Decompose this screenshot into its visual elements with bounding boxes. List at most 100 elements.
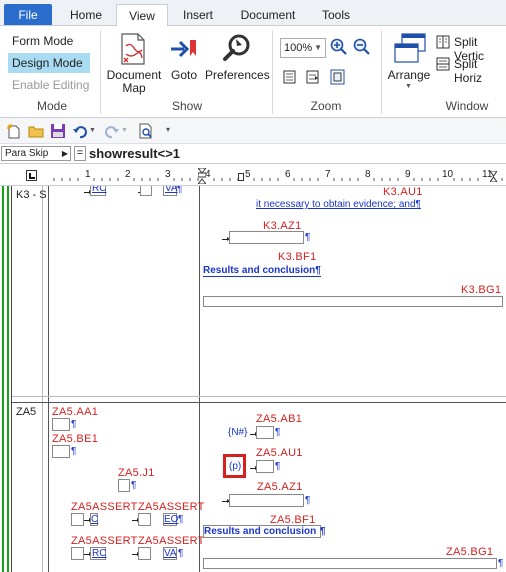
open-folder-icon[interactable] <box>28 123 44 139</box>
zoom-out-icon[interactable] <box>353 38 371 56</box>
text-field[interactable] <box>203 558 497 569</box>
one-page-icon[interactable] <box>283 70 297 84</box>
column-marker-icon[interactable] <box>238 173 244 181</box>
arrange-button[interactable]: Arrange <box>385 69 433 82</box>
undo-icon[interactable] <box>72 123 88 139</box>
row-label: K3 - S <box>16 189 47 201</box>
field-text[interactable]: Results and conclusion¶ <box>203 265 321 277</box>
new-document-icon[interactable] <box>6 123 22 139</box>
zoom-select[interactable]: 100% ▼ <box>280 38 326 58</box>
preferences-button[interactable]: Preferences <box>205 69 270 82</box>
text-field[interactable]: Results and conclusion <box>203 525 321 538</box>
field-value: C <box>91 514 99 525</box>
tab-view[interactable]: View <box>116 4 168 27</box>
right-indent-icon[interactable] <box>489 170 498 183</box>
tab-insert[interactable]: Insert <box>172 4 224 26</box>
customize-toolbar-icon[interactable]: ▾ <box>166 125 170 134</box>
document-map-button[interactable]: Document Map <box>104 69 164 95</box>
checkbox[interactable] <box>138 547 151 560</box>
enable-editing-button: Enable Editing <box>12 78 90 92</box>
ruler-tick: 7 <box>325 169 331 180</box>
document-map-icon[interactable] <box>118 32 148 66</box>
save-icon[interactable] <box>50 123 66 139</box>
split-horizontal-icon[interactable] <box>436 57 450 71</box>
field-box[interactable]: VA <box>163 547 177 560</box>
mode-group-label: Mode <box>36 99 68 113</box>
field-code: ZA5ASSERT <box>71 501 138 513</box>
document-map-label-2: Map <box>122 81 146 95</box>
pilcrow: ¶ <box>131 480 137 491</box>
field-text[interactable]: it necessary to obtain evidence; and¶ <box>256 199 421 210</box>
margin-line <box>11 186 12 572</box>
text-field[interactable] <box>256 460 274 473</box>
field-prefix: (p) <box>229 461 242 472</box>
formula-bar: Para Skip ▶ = showresult<>1 <box>0 144 506 164</box>
field-box[interactable]: VA <box>163 186 178 196</box>
pilcrow: ¶ <box>71 419 77 430</box>
ribbon-view: Form Mode Design Mode Enable Editing Mod… <box>0 26 506 118</box>
text-field[interactable] <box>256 426 274 439</box>
ruler-tick: 2 <box>125 169 131 180</box>
checkbox[interactable] <box>138 513 151 526</box>
tab-home[interactable]: Home <box>60 4 112 26</box>
field-box[interactable]: EO <box>163 513 179 526</box>
chevron-down-icon[interactable]: ▼ <box>89 127 96 134</box>
margin-bar <box>7 186 9 572</box>
ruler-tick: 10 <box>442 169 454 180</box>
field-value: VA <box>165 186 178 194</box>
text-field[interactable] <box>229 231 304 244</box>
tab-tools[interactable]: Tools <box>310 4 362 26</box>
field-code: ZA5.BG1 <box>446 546 494 558</box>
field-box[interactable]: RC <box>90 186 106 196</box>
field-code: ZA5.AB1 <box>256 413 303 425</box>
field-code: ZA5.J1 <box>118 467 155 479</box>
ruler-tick: 6 <box>285 169 291 180</box>
group-divider <box>100 30 101 114</box>
arrange-icon[interactable] <box>393 32 427 66</box>
tab-document[interactable]: Document <box>232 4 304 26</box>
ribbon-tab-bar: File Home View Insert Document Tools <box>0 0 506 27</box>
field-box[interactable]: RC <box>90 547 106 560</box>
horizontal-ruler: 1 2 3 4 5 6 7 8 9 10 11 <box>0 166 506 186</box>
text-field[interactable] <box>52 418 70 431</box>
field-box[interactable]: C <box>90 513 98 526</box>
ruler-tick: 3 <box>165 169 171 180</box>
pilcrow: ¶ <box>275 427 281 438</box>
table-border <box>42 186 43 572</box>
checkbox[interactable] <box>140 186 152 196</box>
document-canvas[interactable]: K3 - S RC VA ¶ K3.AU1 it necessary to ob… <box>0 186 506 572</box>
redo-icon <box>104 123 120 139</box>
preferences-icon[interactable] <box>222 33 252 63</box>
print-preview-icon[interactable] <box>138 123 154 139</box>
zoom-in-icon[interactable] <box>330 38 348 56</box>
checkbox[interactable] <box>71 513 84 526</box>
field-value: RC <box>92 548 107 559</box>
text-field[interactable] <box>203 296 503 307</box>
ruler-tick: 9 <box>405 169 411 180</box>
field-value: EO <box>164 514 179 525</box>
table-row-border <box>12 396 506 397</box>
pilcrow: ¶ <box>275 461 281 472</box>
name-box-value: Para Skip <box>5 148 49 159</box>
name-box[interactable]: Para Skip ▶ <box>1 146 71 161</box>
split-vertical-icon[interactable] <box>436 35 450 49</box>
checkbox[interactable] <box>71 547 84 560</box>
tab-stop-selector[interactable] <box>26 170 37 181</box>
page-width-icon[interactable] <box>306 70 320 84</box>
indent-marker-icon[interactable] <box>196 167 208 185</box>
form-mode-button[interactable]: Form Mode <box>8 31 90 51</box>
text-field[interactable] <box>229 494 304 507</box>
goto-icon[interactable] <box>170 38 198 60</box>
text-field[interactable] <box>52 445 70 458</box>
design-mode-button[interactable]: Design Mode <box>8 53 90 73</box>
tab-file[interactable]: File <box>4 4 52 25</box>
checkbox[interactable] <box>118 479 130 492</box>
pilcrow: ¶ <box>305 495 311 506</box>
goto-button[interactable]: Goto <box>166 69 202 82</box>
formula-input[interactable]: showresult<>1 <box>89 145 180 162</box>
field-text: Results and conclusion <box>204 526 317 537</box>
split-horizontal-button[interactable]: Split Horiz <box>454 57 506 85</box>
ruler-track[interactable]: 1 2 3 4 5 6 7 8 9 10 11 <box>48 167 506 185</box>
multiple-pages-icon[interactable] <box>329 68 347 86</box>
equals-button[interactable]: = <box>74 146 86 161</box>
